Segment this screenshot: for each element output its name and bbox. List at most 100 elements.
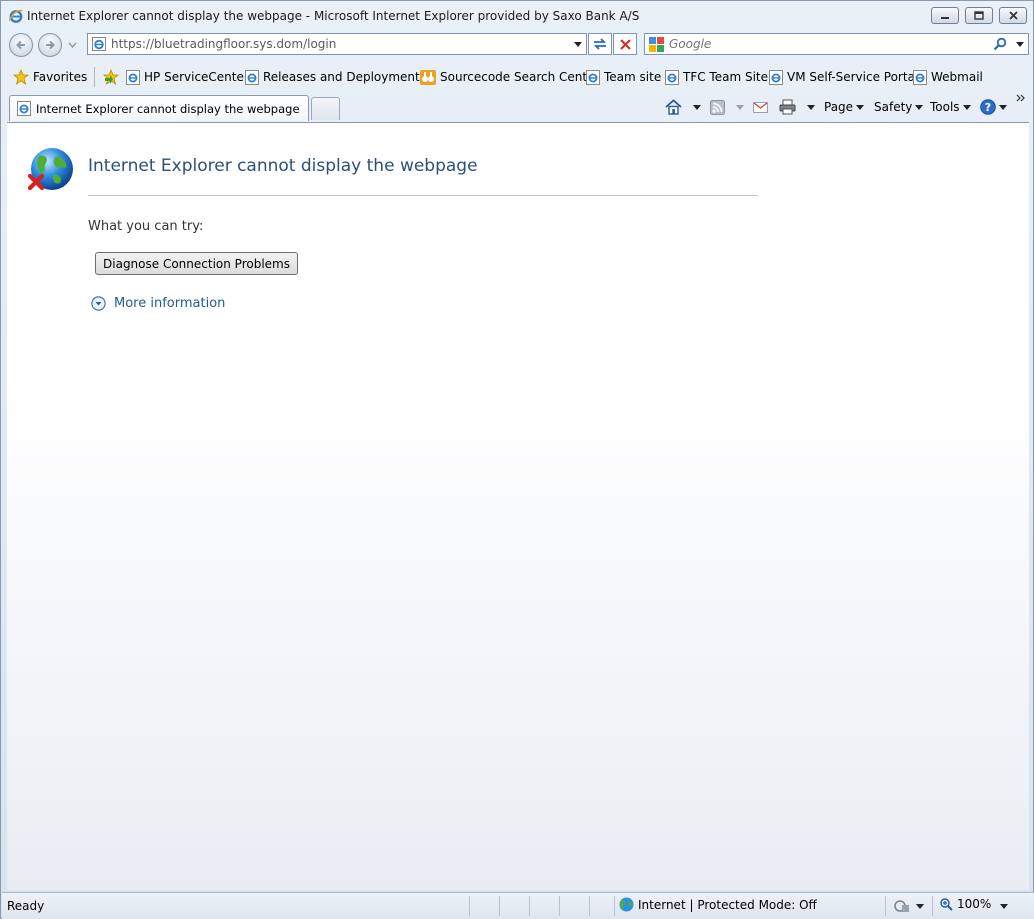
back-arrow-icon: [16, 40, 25, 50]
favorite-link-label: HP ServiceCenter: [144, 70, 249, 84]
expand-chevron-icon: [91, 296, 106, 311]
diagnose-connection-button[interactable]: Diagnose Connection Problems: [95, 252, 298, 275]
favorite-link-releases[interactable]: Releases and Deployment ...: [245, 67, 435, 87]
mail-icon: [753, 102, 768, 113]
globe-error-icon: [27, 148, 73, 191]
search-input[interactable]: [669, 36, 989, 52]
status-divider: [529, 896, 530, 916]
help-button[interactable]: ?: [980, 97, 1007, 117]
back-button[interactable]: [9, 33, 33, 57]
address-bar[interactable]: [87, 33, 587, 55]
tab-label: Internet Explorer cannot display the web…: [36, 102, 300, 116]
refresh-icon: [593, 38, 607, 50]
read-mail-button[interactable]: [753, 97, 768, 117]
chevron-down-icon: [856, 104, 865, 110]
favorite-link-vm-portal[interactable]: VM Self-Service Portal: [769, 67, 918, 87]
favorite-link-hp-servicecenter[interactable]: HP ServiceCenter: [126, 67, 249, 87]
zone-label: Internet | Protected Mode: Off: [638, 897, 817, 912]
favorite-link-label: Releases and Deployment ...: [263, 70, 436, 84]
search-icon[interactable]: [993, 37, 1007, 51]
status-bar: Ready Internet | Protected Mode: Off 100…: [2, 892, 1034, 919]
stop-button[interactable]: [613, 33, 637, 55]
home-icon: [665, 99, 682, 115]
close-window-button[interactable]: [999, 7, 1027, 24]
window-title: Internet Explorer cannot display the web…: [27, 9, 640, 23]
globe-icon: [619, 897, 634, 912]
favorite-link-webmail[interactable]: Webmail: [913, 67, 983, 87]
status-divider: [559, 896, 560, 916]
more-information-label: More information: [114, 296, 226, 311]
help-icon: ?: [980, 99, 996, 115]
page-icon: [92, 37, 106, 51]
status-divider: [499, 896, 500, 916]
status-divider: [932, 896, 933, 916]
page-menu[interactable]: Page: [824, 97, 865, 117]
home-button[interactable]: [665, 97, 701, 117]
protected-mode-icon[interactable]: [894, 899, 910, 913]
feed-icon: [710, 99, 725, 115]
zoom-icon: [940, 897, 953, 911]
zoom-dropdown-icon[interactable]: [1000, 904, 1008, 909]
favorite-link-tfc-team-site[interactable]: TFC Team Site: [665, 67, 768, 87]
refresh-button[interactable]: [588, 33, 612, 55]
minimize-button[interactable]: [931, 7, 959, 24]
ie-page-icon: [17, 101, 31, 116]
more-information-link[interactable]: More information: [91, 296, 225, 311]
favorite-link-team-site[interactable]: Team site: [586, 67, 661, 87]
ie-page-icon: [586, 69, 600, 85]
ie-page-icon: [665, 69, 679, 85]
star-icon: [13, 69, 29, 85]
favorite-link-sourcecode-search[interactable]: Sourcecode Search Center: [420, 67, 599, 87]
favorites-label: Favorites: [33, 70, 88, 84]
safety-menu-label: Safety: [874, 100, 913, 114]
chevron-right-icon[interactable]: [1016, 94, 1026, 102]
favorites-button[interactable]: Favorites: [13, 67, 87, 87]
search-box[interactable]: [644, 33, 1029, 55]
title-bar: Internet Explorer cannot display the web…: [1, 1, 1033, 29]
address-dropdown-icon[interactable]: [574, 42, 582, 47]
internet-explorer-icon: [8, 9, 23, 23]
favorite-link-label: TFC Team Site: [683, 70, 768, 84]
safety-menu[interactable]: Safety: [874, 97, 924, 117]
url-input[interactable]: [111, 36, 561, 52]
restore-icon: [974, 11, 984, 20]
close-icon: [1008, 11, 1018, 20]
print-button[interactable]: [779, 97, 815, 117]
favorite-link-label: Webmail: [931, 70, 983, 84]
home-dropdown-icon[interactable]: [693, 104, 701, 110]
forward-arrow-icon: [46, 40, 55, 50]
add-favorite-icon: [102, 69, 120, 85]
security-zone[interactable]: Internet | Protected Mode: Off: [619, 897, 817, 912]
forward-button[interactable]: [38, 33, 62, 57]
favorite-link-label: Team site: [604, 70, 662, 84]
status-text: Ready: [7, 899, 45, 913]
favorite-link-label: VM Self-Service Portal: [787, 70, 919, 84]
chevron-down-icon: [915, 104, 924, 110]
print-dropdown-icon[interactable]: [807, 104, 815, 110]
status-divider: [885, 896, 886, 916]
tools-menu-label: Tools: [930, 100, 960, 114]
chevron-down-icon[interactable]: [916, 904, 924, 909]
favorites-separator: [94, 67, 95, 87]
feeds-button[interactable]: [710, 97, 744, 117]
chevron-down-icon: [962, 104, 971, 110]
google-icon: [649, 37, 664, 52]
search-provider-dropdown-icon[interactable]: [1016, 42, 1024, 47]
what-you-can-try-label: What you can try:: [88, 219, 204, 234]
new-tab-button[interactable]: [311, 97, 340, 120]
minimize-icon: [941, 16, 949, 19]
stop-icon: [619, 38, 631, 50]
tab-active[interactable]: Internet Explorer cannot display the web…: [9, 95, 309, 121]
svg-text:?: ?: [985, 101, 991, 114]
binoculars-icon: [420, 69, 436, 85]
title-divider: [88, 195, 758, 196]
printer-icon: [779, 99, 796, 115]
maximize-button[interactable]: [965, 7, 993, 24]
recent-pages-dropdown-icon[interactable]: [68, 42, 77, 48]
add-to-favorites-bar-button[interactable]: [102, 67, 120, 87]
feeds-dropdown-icon[interactable]: [736, 104, 744, 110]
status-divider: [469, 896, 470, 916]
zoom-control[interactable]: 100%: [940, 897, 991, 911]
ie-page-icon: [769, 69, 783, 85]
tools-menu[interactable]: Tools: [930, 97, 971, 117]
